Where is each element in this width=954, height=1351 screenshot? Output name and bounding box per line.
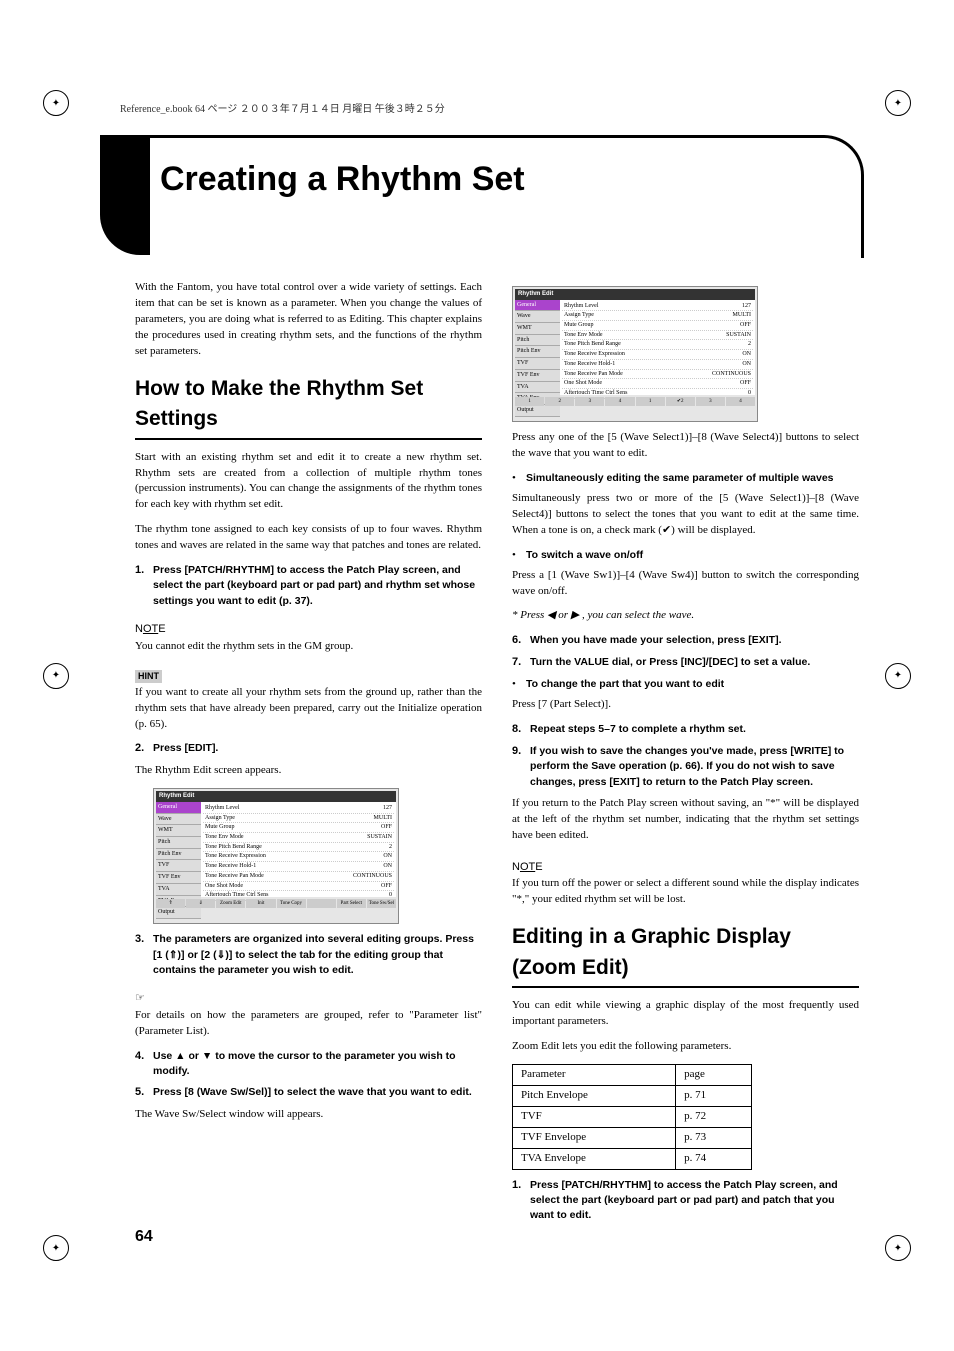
step-number: 6.: [512, 633, 530, 649]
page: Reference_e.book 64 ページ ２００３年７月１４日 月曜日 午…: [0, 0, 954, 1351]
step-number: 7.: [512, 655, 530, 671]
paragraph: If you return to the Patch Play screen w…: [512, 796, 859, 844]
step-9: 9. If you wish to save the changes you'v…: [512, 744, 859, 790]
reference-text: For details on how the parameters are gr…: [135, 1008, 482, 1040]
screenshot-title: Rhythm Edit: [515, 289, 755, 300]
step-5: 5. Press [8 (Wave Sw/Sel)] to select the…: [135, 1085, 482, 1101]
step-text: Press [EDIT].: [153, 741, 482, 757]
screenshot-params: Rhythm Level127 Assign TypeMULTI Mute Gr…: [201, 802, 396, 897]
heading-zoom-edit: Editing in a Graphic Display (Zoom Edit): [512, 922, 859, 988]
step-3: 3. The parameters are organized into sev…: [135, 932, 482, 978]
screenshot-footer: ⇑⇓Zoom Edit InitTone Copy Part SelectTon…: [156, 897, 396, 908]
heading-settings: How to Make the Rhythm Set Settings: [135, 374, 482, 440]
step-number: 3.: [135, 932, 153, 978]
screenshot-nav: GeneralWaveWMT PitchPitch EnvTVF TVF Env…: [156, 802, 201, 897]
intro-paragraph: With the Fantom, you have total control …: [135, 280, 482, 360]
bullet-body: Press [7 (Part Select)].: [512, 697, 859, 713]
paragraph: The rhythm tone assigned to each key con…: [135, 522, 482, 554]
step-text: If you wish to save the changes you've m…: [530, 744, 859, 790]
bullet-title: To change the part that you want to edit: [526, 677, 724, 693]
paragraph: The Rhythm Edit screen appears.: [135, 763, 482, 779]
paragraph: Start with an existing rhythm set and ed…: [135, 450, 482, 514]
bullet-item: • Simultaneously editing the same parame…: [512, 471, 859, 487]
crop-mark-icon: [885, 1235, 911, 1261]
zoom-step-1: 1. Press [PATCH/RHYTHM] to access the Pa…: [512, 1178, 859, 1224]
note-text: If you turn off the power or select a di…: [512, 876, 859, 908]
crop-mark-icon: [885, 90, 911, 116]
bullet-title: Simultaneously editing the same paramete…: [526, 471, 834, 487]
hint-text: If you want to create all your rhythm se…: [135, 685, 482, 733]
step-text: Press [8 (Wave Sw/Sel)] to select the wa…: [153, 1085, 482, 1101]
crop-mark-icon: [885, 663, 911, 689]
reference-icon: [135, 990, 147, 1008]
step-number: 2.: [135, 741, 153, 757]
crop-mark-icon: [43, 663, 69, 689]
screenshot-nav: GeneralWaveWMT PitchPitch EnvTVF TVF Env…: [515, 300, 560, 395]
step-1: 1. Press [PATCH/RHYTHM] to access the Pa…: [135, 563, 482, 609]
screenshot-params: Rhythm Level127 Assign TypeMULTI Mute Gr…: [560, 300, 755, 395]
step-text: The parameters are organized into severa…: [153, 932, 482, 978]
step-text: Press [PATCH/RHYTHM] to access the Patch…: [530, 1178, 859, 1224]
screenshot-title: Rhythm Edit: [156, 791, 396, 802]
page-number: 64: [135, 1228, 153, 1246]
bullet-body: Press a [1 (Wave Sw1)]–[4 (Wave Sw4)] bu…: [512, 568, 859, 600]
step-text: When you have made your selection, press…: [530, 633, 859, 649]
step-2: 2. Press [EDIT].: [135, 741, 482, 757]
bullet-item: • To switch a wave on/off: [512, 548, 859, 564]
body-columns: With the Fantom, you have total control …: [135, 280, 859, 1221]
step-text: Press [PATCH/RHYTHM] to access the Patch…: [153, 563, 482, 609]
hint-icon: HINT: [135, 670, 162, 683]
bullet-item: • To change the part that you want to ed…: [512, 677, 859, 693]
step-number: 5.: [135, 1085, 153, 1101]
running-header: Reference_e.book 64 ページ ２００３年７月１４日 月曜日 午…: [120, 100, 445, 115]
step-text: Turn the VALUE dial, or Press [INC]/[DEC…: [530, 655, 859, 671]
crop-mark-icon: [43, 1235, 69, 1261]
crop-mark-icon: [43, 90, 69, 116]
wave-select-screenshot: Rhythm Edit GeneralWaveWMT PitchPitch En…: [512, 286, 758, 422]
step-number: 1.: [512, 1178, 530, 1224]
star-note: * Press ◀ or ▶ , you can select the wave…: [512, 608, 859, 624]
parameter-table: Parameterpage Pitch Envelopep. 71 TVFp. …: [512, 1064, 752, 1170]
paragraph: You can edit while viewing a graphic dis…: [512, 998, 859, 1030]
paragraph: Press any one of the [5 (Wave Select1)]–…: [512, 430, 859, 462]
step-4: 4. Use ▲ or ▼ to move the cursor to the …: [135, 1049, 482, 1079]
note-text: You cannot edit the rhythm sets in the G…: [135, 639, 482, 655]
note-icon: NOTE: [512, 859, 543, 877]
step-text: Use ▲ or ▼ to move the cursor to the par…: [153, 1049, 482, 1079]
step-number: 4.: [135, 1049, 153, 1079]
paragraph: The Wave Sw/Select window will appears.: [135, 1107, 482, 1123]
step-text: Repeat steps 5–7 to complete a rhythm se…: [530, 722, 859, 738]
rhythm-edit-screenshot: Rhythm Edit GeneralWaveWMT PitchPitch En…: [153, 788, 399, 924]
step-7: 7. Turn the VALUE dial, or Press [INC]/[…: [512, 655, 859, 671]
note-icon: NOTE: [135, 621, 166, 639]
step-6: 6. When you have made your selection, pr…: [512, 633, 859, 649]
step-8: 8. Repeat steps 5–7 to complete a rhythm…: [512, 722, 859, 738]
step-number: 9.: [512, 744, 530, 790]
bullet-body: Simultaneously press two or more of the …: [512, 491, 859, 539]
page-title: Creating a Rhythm Set: [160, 160, 525, 199]
screenshot-footer: 1234 1✔234: [515, 395, 755, 406]
step-number: 1.: [135, 563, 153, 609]
paragraph: Zoom Edit lets you edit the following pa…: [512, 1039, 859, 1055]
bullet-title: To switch a wave on/off: [526, 548, 643, 564]
step-number: 8.: [512, 722, 530, 738]
